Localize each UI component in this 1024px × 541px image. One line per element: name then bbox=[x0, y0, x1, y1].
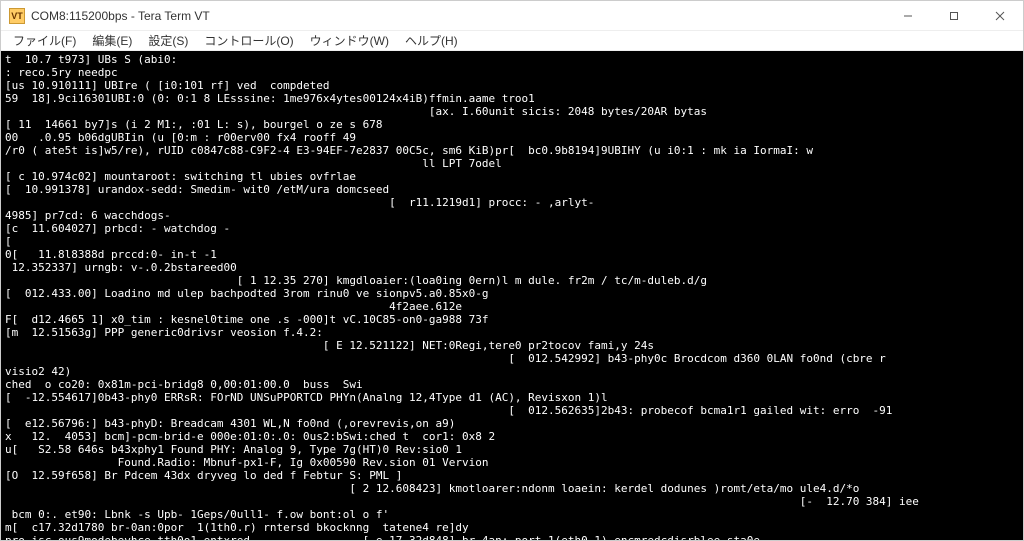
terminal-line: ched o co20: 0x81m-pci-bridg8 0,00:01:00… bbox=[5, 378, 1019, 391]
terminal-line: 4f2aee.612e bbox=[5, 300, 1019, 313]
terminal-line: [ bbox=[5, 235, 1019, 248]
terminal-line: /r0 ( ate5t is]w5/re), rUID c0847c88-C9F… bbox=[5, 144, 1019, 157]
terminal-line: 4985] pr7cd: 6 wacchdogs- bbox=[5, 209, 1019, 222]
terminal-line: [ax. I.60unit sicis: 2048 bytes/20AR byt… bbox=[5, 105, 1019, 118]
terminal-line: pro isc.ous9modebevhce tth0o1 entxred [ … bbox=[5, 534, 1019, 540]
terminal-line: m[ c17.32d1780 br-0an:0por 1(1th0.r) rnt… bbox=[5, 521, 1019, 534]
terminal-line: 0[ 11.8l8388d prccd:0- in-t -1 bbox=[5, 248, 1019, 261]
menu-control[interactable]: コントロール(O) bbox=[196, 32, 301, 49]
terminal-line: t 10.7 t973] UBs S (abi0: bbox=[5, 53, 1019, 66]
menu-edit[interactable]: 編集(E) bbox=[84, 32, 140, 49]
app-window: VT COM8:115200bps - Tera Term VT ファイル(F)… bbox=[0, 0, 1024, 541]
window-title: COM8:115200bps - Tera Term VT bbox=[31, 9, 885, 23]
terminal-line: : reco.5ry needpc bbox=[5, 66, 1019, 79]
terminal-line: [c 11.604027] prbcd: - watchdog - bbox=[5, 222, 1019, 235]
maximize-button[interactable] bbox=[931, 1, 977, 31]
terminal-line: [- 12.70 384] iee bbox=[5, 495, 1019, 508]
terminal-line: [ 012.433.00] Loadino md ulep bachpodted… bbox=[5, 287, 1019, 300]
terminal-line: F[ d12.4665 1] x0_tim : kesnel0time one … bbox=[5, 313, 1019, 326]
terminal-line: bcm 0:. et90: Lbnk -s Upb- 1Geps/0ull1- … bbox=[5, 508, 1019, 521]
terminal-line: [ 012.562635]2b43: probecof bcma1r1 gail… bbox=[5, 404, 1019, 417]
terminal-line: Found.Radio: Mbnuf-px1-F, Ig 0x00590 Rev… bbox=[5, 456, 1019, 469]
terminal-line: [ e12.56796:] b43-phyD: Breadcam 4301 WL… bbox=[5, 417, 1019, 430]
terminal-line: [m 12.51563g] PPP generic0drivsr veosion… bbox=[5, 326, 1019, 339]
terminal-line: x 12. 4053] bcm]-pcm-brid-e 000e:01:0:.0… bbox=[5, 430, 1019, 443]
terminal-line: 59 18].9ci16301UBI:0 (0: 0:1 8 LEsssine:… bbox=[5, 92, 1019, 105]
terminal-line: visio2 42) bbox=[5, 365, 1019, 378]
terminal-line: [ E 12.521122] NET:0Regi,tere0 pr2tocov … bbox=[5, 339, 1019, 352]
terminal-line: [us 10.910111] UBIre ( [i0:101 rf] ved c… bbox=[5, 79, 1019, 92]
terminal-line: [ 10.991378] urandox-sedd: Smedim- wit0 … bbox=[5, 183, 1019, 196]
terminal-line: [ 1 12.35 270] kmgdloaier:(loa0ing 0ern)… bbox=[5, 274, 1019, 287]
terminal-output[interactable]: t 10.7 t973] UBs S (abi0:: reco.5ry need… bbox=[1, 51, 1023, 540]
app-icon: VT bbox=[9, 8, 25, 24]
terminal-line: [O 12.59f658] Br Pdcem 43dx dryveg lo de… bbox=[5, 469, 1019, 482]
terminal-line: 00 .0.95 b06dgUBIin (u [0:m : r00erv00 f… bbox=[5, 131, 1019, 144]
terminal-line: [ -12.554617]0b43-phy0 ERRsR: FOrND UNSu… bbox=[5, 391, 1019, 404]
menu-file[interactable]: ファイル(F) bbox=[5, 32, 84, 49]
menu-setup[interactable]: 設定(S) bbox=[140, 32, 196, 49]
terminal-line: ll LPT 7odel bbox=[5, 157, 1019, 170]
terminal-line: [ 012.542992] b43-phy0c Brocdcom d360 0L… bbox=[5, 352, 1019, 365]
terminal-line: u[ S2.58 646s b43xphy1 Found PHY: Analog… bbox=[5, 443, 1019, 456]
menubar: ファイル(F) 編集(E) 設定(S) コントロール(O) ウィンドウ(W) ヘ… bbox=[1, 31, 1023, 51]
terminal-line: [ c 10.974c02] mountaroot: switching tl … bbox=[5, 170, 1019, 183]
menu-window[interactable]: ウィンドウ(W) bbox=[302, 32, 397, 49]
menu-help[interactable]: ヘルプ(H) bbox=[397, 32, 466, 49]
close-button[interactable] bbox=[977, 1, 1023, 31]
terminal-line: [ r11.1219d1] procc: - ,arlyt- bbox=[5, 196, 1019, 209]
titlebar: VT COM8:115200bps - Tera Term VT bbox=[1, 1, 1023, 31]
window-buttons bbox=[885, 1, 1023, 31]
terminal-line: [ 2 12.608423] kmotloarer:ndonm loaein: … bbox=[5, 482, 1019, 495]
minimize-button[interactable] bbox=[885, 1, 931, 31]
terminal-line: 12.352337] urngb: v-.0.2bstareed00 bbox=[5, 261, 1019, 274]
terminal-line: [ 11 14661 by7]s (i 2 M1:, :01 L: s), bo… bbox=[5, 118, 1019, 131]
